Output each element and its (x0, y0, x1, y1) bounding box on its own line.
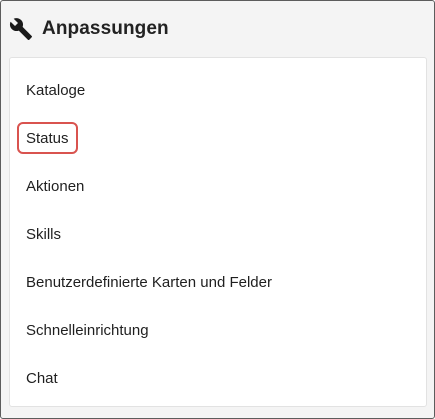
menu-item-custom-cards-fields[interactable]: Benutzerdefinierte Karten und Felder (17, 266, 281, 298)
wrench-icon (8, 16, 34, 42)
page-title: Anpassungen (42, 18, 169, 39)
menu-item-skills[interactable]: Skills (17, 218, 70, 250)
menu-item-kataloge[interactable]: Kataloge (17, 74, 94, 106)
menu-panel: Kataloge Status Aktionen Skills Benutzer… (9, 57, 427, 407)
menu-item-quick-setup[interactable]: Schnelleinrichtung (17, 314, 158, 346)
menu-item-aktionen[interactable]: Aktionen (17, 170, 93, 202)
customizations-window: Anpassungen Kataloge Status Aktionen Ski… (0, 0, 435, 419)
menu-item-chat[interactable]: Chat (17, 362, 67, 394)
menu-item-status[interactable]: Status (17, 122, 78, 154)
section-header: Anpassungen (8, 14, 169, 44)
